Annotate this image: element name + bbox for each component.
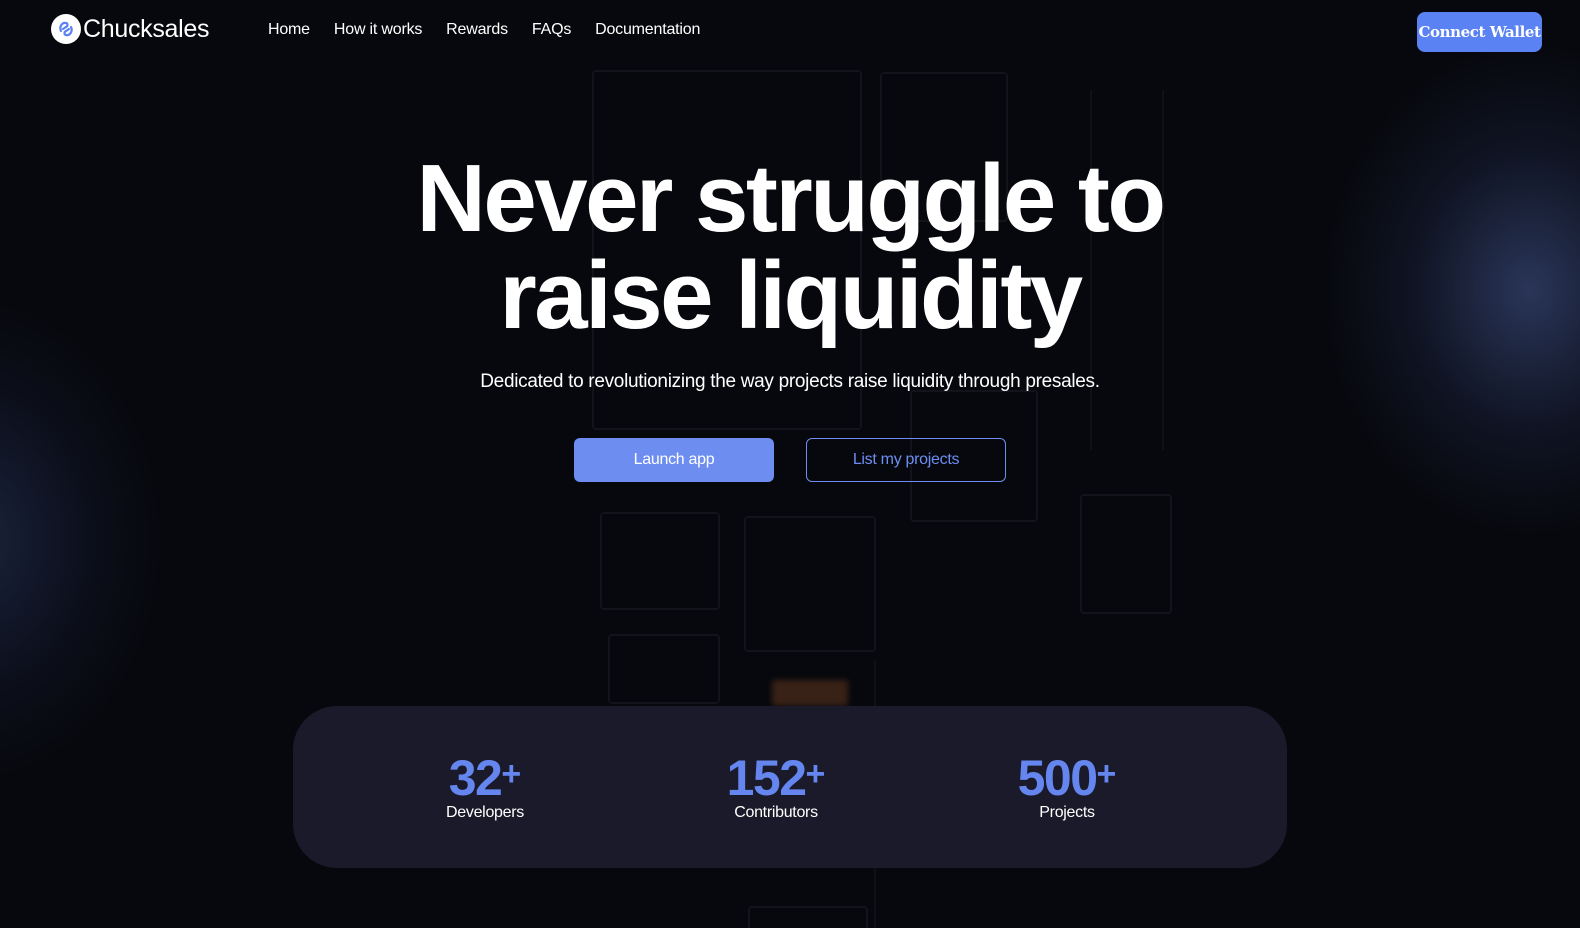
landing-page: Chucksales Home How it works Rewards FAQ…: [0, 0, 1580, 928]
stat-value: 152+: [696, 746, 856, 806]
stat-value: 500+: [987, 746, 1147, 806]
stat-number: 32: [448, 750, 503, 806]
nav-faqs[interactable]: FAQs: [532, 21, 571, 39]
background-light-spot: [772, 680, 848, 706]
stat-projects: 500+ Projects: [987, 746, 1147, 822]
launch-app-button[interactable]: Launch app: [574, 438, 774, 482]
nav-how-it-works[interactable]: How it works: [334, 21, 422, 39]
stat-number: 152: [726, 750, 807, 806]
nav-documentation[interactable]: Documentation: [595, 21, 700, 39]
hero-title: Never struggle to raise liquidity: [0, 150, 1580, 344]
brand-logo[interactable]: Chucksales: [51, 14, 210, 44]
connect-wallet-button[interactable]: Connect Wallet: [1417, 12, 1542, 52]
stat-developers: 32+ Developers: [415, 746, 555, 822]
background-panel: [748, 906, 868, 928]
stat-suffix: +: [805, 755, 826, 793]
main-nav: Home How it works Rewards FAQs Documenta…: [268, 21, 724, 39]
hero-title-line-1: Never struggle to: [416, 145, 1166, 252]
stat-label: Developers: [446, 804, 524, 821]
logo-mark-icon: [59, 21, 73, 37]
stat-label: Projects: [1039, 804, 1095, 821]
nav-rewards[interactable]: Rewards: [446, 21, 508, 39]
background-panel: [1080, 494, 1172, 614]
background-panel: [608, 634, 720, 704]
brand-name: Chucksales: [83, 14, 210, 43]
list-my-projects-button[interactable]: List my projects: [806, 438, 1006, 482]
background-panel: [600, 512, 720, 610]
stat-label: Contributors: [734, 804, 818, 821]
stats-panel: 32+ Developers 152+ Contributors 500+ Pr…: [293, 706, 1287, 868]
chucksales-logo-icon: [51, 14, 81, 44]
stat-number: 500: [1017, 750, 1098, 806]
hero-title-line-2: raise liquidity: [499, 242, 1083, 349]
stat-contributors: 152+ Contributors: [696, 746, 856, 822]
hero-subtitle: Dedicated to revolutionizing the way pro…: [480, 371, 1100, 392]
site-header: Chucksales Home How it works Rewards FAQ…: [0, 0, 1580, 64]
nav-home[interactable]: Home: [268, 21, 310, 39]
stat-suffix: +: [1096, 755, 1117, 793]
stat-value: 32+: [415, 746, 555, 806]
background-panel: [744, 516, 876, 652]
stat-suffix: +: [501, 755, 522, 793]
